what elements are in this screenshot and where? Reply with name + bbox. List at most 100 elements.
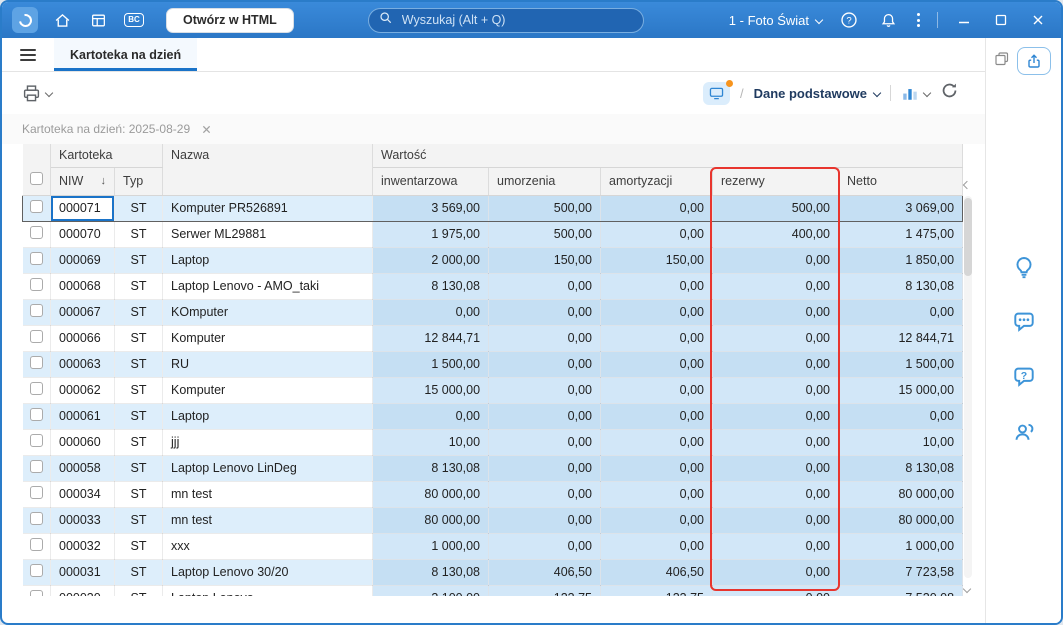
window-grid-icon[interactable] bbox=[86, 8, 110, 32]
cell-rezerwy[interactable]: 500,00 bbox=[712, 194, 840, 222]
company-selector[interactable]: 1 - Foto Świat bbox=[729, 13, 824, 28]
group-header-kartoteka[interactable]: Kartoteka bbox=[50, 144, 164, 168]
cell-netto[interactable]: 8 130,08 bbox=[838, 273, 964, 300]
cell-rezerwy[interactable]: 0,00 bbox=[712, 247, 840, 274]
cell-typ[interactable]: ST bbox=[114, 247, 164, 274]
row-checkbox[interactable] bbox=[29, 538, 43, 551]
cell-rezerwy[interactable]: 0,00 bbox=[712, 481, 840, 508]
table-row[interactable]: 000067 ST KOmputer 0,00 0,00 0,00 0,00 0,00 bbox=[22, 299, 964, 326]
cell-rezerwy[interactable]: 0,00 bbox=[712, 533, 840, 560]
cell-inwentarzowa[interactable]: 3 100,00 bbox=[372, 585, 490, 596]
cell-niw[interactable]: 000066 bbox=[50, 325, 115, 352]
select-all-checkbox[interactable] bbox=[29, 171, 43, 185]
column-header-rezerwy[interactable]: rezerwy bbox=[712, 167, 840, 196]
cell-inwentarzowa[interactable]: 3 569,00 bbox=[372, 194, 490, 222]
tab-kartoteka-na-dzien[interactable]: Kartoteka na dzień bbox=[54, 38, 198, 71]
workspace-icon[interactable] bbox=[702, 79, 733, 105]
table-row[interactable]: 000031 ST Laptop Lenovo 30/20 8 130,08 406,5… bbox=[22, 559, 964, 586]
community-contact-icon[interactable] bbox=[1010, 418, 1038, 446]
cell-niw[interactable]: 000033 bbox=[50, 507, 115, 534]
cell-amortyzacji[interactable]: 0,00 bbox=[600, 429, 714, 456]
row-checkbox[interactable] bbox=[29, 460, 43, 473]
cell-netto[interactable]: 1 000,00 bbox=[838, 533, 964, 560]
feedback-chat-icon[interactable] bbox=[1010, 308, 1038, 336]
cell-amortyzacji[interactable]: 0,00 bbox=[600, 533, 714, 560]
table-row[interactable]: 000069 ST Laptop 2 000,00 150,00 150,00 0,00 1 … bbox=[22, 247, 964, 274]
cell-rezerwy[interactable]: 0,00 bbox=[712, 299, 840, 326]
cell-netto[interactable]: 7 723,58 bbox=[838, 559, 964, 586]
app-logo-icon[interactable] bbox=[12, 7, 38, 33]
cell-inwentarzowa[interactable]: 80 000,00 bbox=[372, 481, 490, 508]
cell-inwentarzowa[interactable]: 8 130,08 bbox=[372, 559, 490, 586]
cell-netto[interactable]: 0,00 bbox=[838, 403, 964, 430]
cell-amortyzacji[interactable]: 0,00 bbox=[600, 481, 714, 508]
cell-amortyzacji[interactable]: 0,00 bbox=[600, 273, 714, 300]
cell-umorzenia[interactable]: 406,50 bbox=[488, 559, 602, 586]
cell-inwentarzowa[interactable]: 0,00 bbox=[372, 403, 490, 430]
cell-inwentarzowa[interactable]: 2 000,00 bbox=[372, 247, 490, 274]
column-header-inwentarzowa[interactable]: inwentarzowa bbox=[372, 167, 490, 196]
table-row[interactable]: 000034 ST mn test 80 000,00 0,00 0,00 0,00 80 0… bbox=[22, 481, 964, 508]
row-checkbox[interactable] bbox=[30, 200, 43, 213]
table-row[interactable]: 000030STLaptop Lenovo3 100,00123,75123,7… bbox=[22, 585, 964, 596]
cell-typ[interactable]: ST bbox=[114, 377, 164, 404]
cell-rezerwy[interactable]: 0,00 bbox=[712, 429, 840, 456]
cell-netto[interactable]: 15 000,00 bbox=[838, 377, 964, 404]
cell-typ[interactable]: ST bbox=[114, 585, 164, 596]
cell-netto[interactable]: 3 069,00 bbox=[838, 194, 964, 222]
cell-amortyzacji[interactable]: 0,00 bbox=[600, 377, 714, 404]
cell-amortyzacji[interactable]: 0,00 bbox=[600, 299, 714, 326]
cell-typ[interactable]: ST bbox=[114, 351, 164, 378]
cell-inwentarzowa[interactable]: 10,00 bbox=[372, 429, 490, 456]
cell-inwentarzowa[interactable]: 80 000,00 bbox=[372, 507, 490, 534]
table-row[interactable]: 000062 ST Komputer 15 000,00 0,00 0,00 0,00 15 … bbox=[22, 377, 964, 404]
cell-inwentarzowa[interactable]: 1 975,00 bbox=[372, 221, 490, 248]
cell-inwentarzowa[interactable]: 1 000,00 bbox=[372, 533, 490, 560]
column-header-amortyzacji[interactable]: amortyzacji bbox=[600, 167, 714, 196]
chart-view-button[interactable] bbox=[901, 84, 932, 102]
cell-inwentarzowa[interactable]: 1 500,00 bbox=[372, 351, 490, 378]
cell-umorzenia[interactable]: 0,00 bbox=[488, 533, 602, 560]
search-input[interactable] bbox=[399, 12, 633, 28]
cell-nazwa[interactable]: Komputer bbox=[162, 377, 374, 404]
help-bubble-icon[interactable]: ? bbox=[1010, 363, 1038, 391]
cell-typ[interactable]: ST bbox=[114, 559, 164, 586]
cell-netto[interactable]: 80 000,00 bbox=[838, 481, 964, 508]
maximize-button[interactable] bbox=[990, 9, 1012, 31]
cell-niw[interactable]: 000061 bbox=[50, 403, 115, 430]
cell-amortyzacji[interactable]: 0,00 bbox=[600, 194, 714, 222]
column-header-nazwa[interactable]: Nazwa bbox=[162, 144, 374, 196]
cell-nazwa[interactable]: Laptop Lenovo bbox=[162, 585, 374, 596]
filter-chip-close-icon[interactable] bbox=[199, 122, 213, 136]
menu-hamburger-icon[interactable] bbox=[16, 45, 40, 65]
row-checkbox[interactable] bbox=[29, 382, 43, 395]
table-row[interactable]: 000068 ST Laptop Lenovo - AMO_taki 8 130,08… bbox=[22, 273, 964, 300]
cell-nazwa[interactable]: mn test bbox=[162, 481, 374, 508]
vertical-scrollbar[interactable] bbox=[962, 144, 974, 596]
scrollbar-thumb[interactable] bbox=[964, 198, 972, 276]
home-icon[interactable] bbox=[50, 8, 74, 32]
cell-rezerwy[interactable]: 0,00 bbox=[712, 351, 840, 378]
table-row[interactable]: 000070 ST Serwer ML29881 1 975,00 500,00 0,00… bbox=[22, 221, 964, 248]
cell-nazwa[interactable]: mn test bbox=[162, 507, 374, 534]
cell-niw[interactable]: 000067 bbox=[50, 299, 115, 326]
cell-umorzenia[interactable]: 123,75 bbox=[488, 585, 602, 596]
cell-amortyzacji[interactable]: 0,00 bbox=[600, 403, 714, 430]
cell-typ[interactable]: ST bbox=[114, 429, 164, 456]
table-row[interactable]: 000066 ST Komputer 12 844,71 0,00 0,00 0,00 12 … bbox=[22, 325, 964, 352]
table-row[interactable]: 000060 ST jjj 10,00 0,00 0,00 0,00 10,00 bbox=[22, 429, 964, 456]
cell-umorzenia[interactable]: 0,00 bbox=[488, 299, 602, 326]
cell-nazwa[interactable]: KOmputer bbox=[162, 299, 374, 326]
row-checkbox[interactable] bbox=[29, 356, 43, 369]
row-checkbox[interactable] bbox=[29, 590, 43, 596]
cell-nazwa[interactable]: Komputer bbox=[162, 325, 374, 352]
cell-inwentarzowa[interactable]: 12 844,71 bbox=[372, 325, 490, 352]
cell-niw[interactable]: 000069 bbox=[50, 247, 115, 274]
cell-netto[interactable]: 7 520,08 bbox=[838, 585, 964, 596]
cell-nazwa[interactable]: Laptop Lenovo 30/20 bbox=[162, 559, 374, 586]
cell-netto[interactable]: 12 844,71 bbox=[838, 325, 964, 352]
cell-niw[interactable]: 000060 bbox=[50, 429, 115, 456]
cell-netto[interactable]: 10,00 bbox=[838, 429, 964, 456]
collapse-panel-chevron-icon[interactable] bbox=[962, 180, 972, 190]
cell-typ[interactable]: ST bbox=[114, 221, 164, 248]
